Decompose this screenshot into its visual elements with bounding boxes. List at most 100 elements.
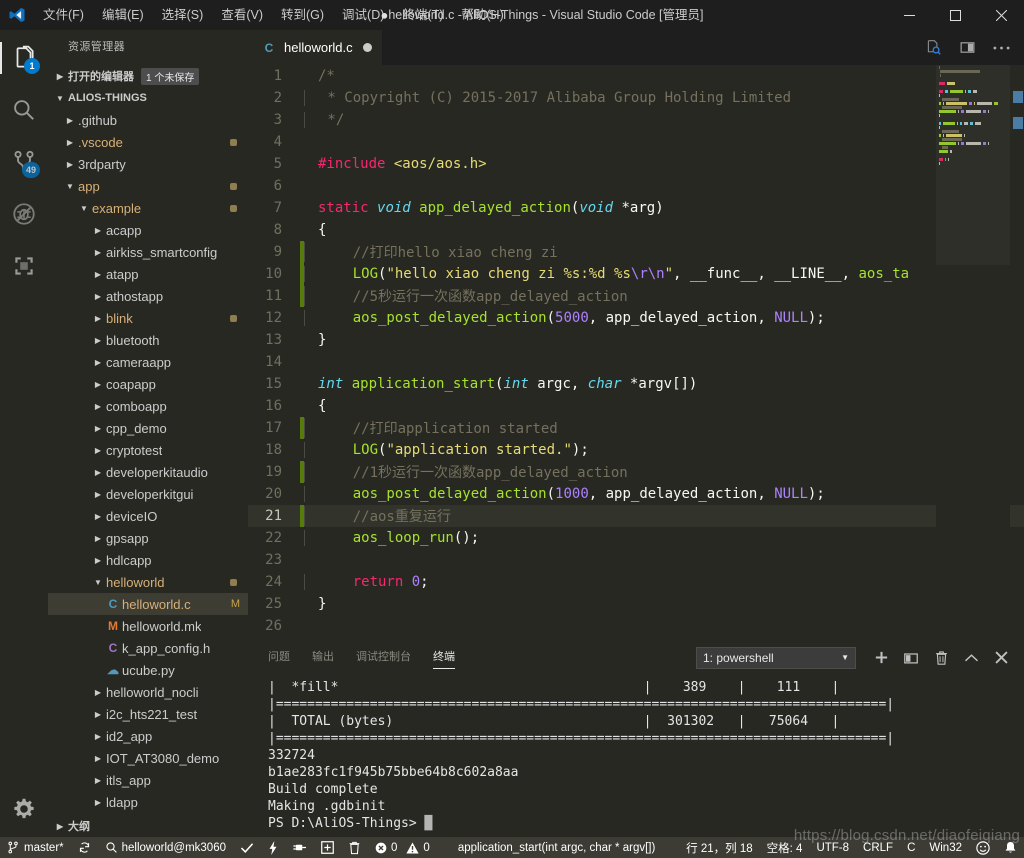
- chevron-right-icon[interactable]: ▶: [90, 439, 106, 461]
- open-editors-section[interactable]: ▶ 打开的编辑器 1 个未保存: [48, 65, 248, 87]
- activity-item-explorer[interactable]: 1: [0, 34, 48, 82]
- terminal-output[interactable]: | *fill* | 389 | 111 | |=================…: [248, 675, 1024, 835]
- terminal-selector[interactable]: 1: powershell ▼: [696, 646, 856, 669]
- tree-item-example[interactable]: ▼ example: [48, 197, 248, 219]
- tree-item-gpsapp[interactable]: ▶ gpsapp: [48, 527, 248, 549]
- tree-item-cameraapp[interactable]: ▶ cameraapp: [48, 351, 248, 373]
- code-line[interactable]: 2 * Copyright (C) 2015-2017 Alibaba Grou…: [248, 87, 1024, 109]
- tree-item-id2-app[interactable]: ▶ id2_app: [48, 725, 248, 747]
- code-line[interactable]: 1 /*: [248, 65, 1024, 87]
- close-panel-icon[interactable]: [986, 640, 1016, 675]
- chevron-right-icon[interactable]: ▶: [90, 461, 106, 483]
- status-problems[interactable]: 0 0: [368, 837, 437, 858]
- chevron-right-icon[interactable]: ▶: [90, 505, 106, 527]
- chevron-right-icon[interactable]: ▶: [90, 219, 106, 241]
- editor-tab-helloworld-c[interactable]: C helloworld.c: [248, 30, 382, 65]
- tree-item-cpp-demo[interactable]: ▶ cpp_demo: [48, 417, 248, 439]
- chevron-right-icon[interactable]: ▶: [62, 109, 78, 131]
- new-terminal-icon[interactable]: [866, 640, 896, 675]
- tree-item-comboapp[interactable]: ▶ comboapp: [48, 395, 248, 417]
- tree-item-k-app-config-h[interactable]: Ck_app_config.h: [48, 637, 248, 659]
- tree-item-helloworld-mk[interactable]: Mhelloworld.mk: [48, 615, 248, 637]
- code-line[interactable]: 8{: [248, 219, 1024, 241]
- tree-item-ucube-py[interactable]: ☁ ucube.py: [48, 659, 248, 681]
- code-line[interactable]: 18 LOG("application started.");: [248, 439, 1024, 461]
- chevron-right-icon[interactable]: ▶: [90, 769, 106, 791]
- kill-terminal-icon[interactable]: [926, 640, 956, 675]
- status-position[interactable]: 行 21，列 18: [679, 837, 759, 858]
- code-line[interactable]: 25}: [248, 593, 1024, 615]
- activity-item-settings[interactable]: [0, 785, 48, 833]
- chevron-right-icon[interactable]: ▶: [90, 791, 106, 813]
- activity-item-search[interactable]: [0, 86, 48, 134]
- status-branch[interactable]: master*: [0, 837, 71, 858]
- tree-item-cryptotest[interactable]: ▶ cryptotest: [48, 439, 248, 461]
- code-line[interactable]: 26: [248, 615, 1024, 637]
- menu-help[interactable]: 帮助(H): [452, 0, 512, 30]
- chevron-right-icon[interactable]: ▶: [62, 153, 78, 175]
- close-button[interactable]: [978, 0, 1024, 30]
- activity-item-source-control[interactable]: 49: [0, 138, 48, 186]
- code-lines[interactable]: 1 /* 2 * Copyright (C) 2015-2017 Alibaba G…: [248, 65, 1024, 660]
- code-line[interactable]: 7 static void app_delayed_action(void *ar…: [248, 197, 1024, 219]
- code-line[interactable]: 20 aos_post_delayed_action(1000, app_del…: [248, 483, 1024, 505]
- code-line[interactable]: 13}: [248, 329, 1024, 351]
- chevron-right-icon[interactable]: ▶: [90, 285, 106, 307]
- chevron-right-icon[interactable]: ▶: [90, 395, 106, 417]
- status-serial[interactable]: [285, 837, 314, 858]
- chevron-right-icon[interactable]: ▶: [90, 725, 106, 747]
- tree-item-helloworld-nocli[interactable]: ▶ helloworld_nocli: [48, 681, 248, 703]
- minimap-slider[interactable]: [936, 65, 1010, 265]
- tree-item-atapp[interactable]: ▶ atapp: [48, 263, 248, 285]
- chevron-right-icon[interactable]: ▶: [90, 703, 106, 725]
- tree-item-bluetooth[interactable]: ▶ bluetooth: [48, 329, 248, 351]
- split-terminal-icon[interactable]: [896, 640, 926, 675]
- menu-file[interactable]: 文件(F): [34, 0, 93, 30]
- editor-vertical-scrollbar[interactable]: [1010, 65, 1024, 660]
- code-line[interactable]: 16 {: [248, 395, 1024, 417]
- tree-item-acapp[interactable]: ▶ acapp: [48, 219, 248, 241]
- tree-item-airkiss-smartconfig[interactable]: ▶ airkiss_smartconfig: [48, 241, 248, 263]
- code-editor[interactable]: 1 /* 2 * Copyright (C) 2015-2017 Alibaba G…: [248, 65, 1024, 660]
- status-language[interactable]: C: [900, 837, 922, 858]
- project-section[interactable]: ▼ ALIOS-THINGS: [48, 87, 248, 109]
- tree-item-hdlcapp[interactable]: ▶ hdlcapp: [48, 549, 248, 571]
- chevron-right-icon[interactable]: ▶: [90, 681, 106, 703]
- code-line[interactable]: 14: [248, 351, 1024, 373]
- code-line[interactable]: 4: [248, 131, 1024, 153]
- chevron-right-icon[interactable]: ▶: [90, 527, 106, 549]
- status-target[interactable]: helloworld@mk3060: [98, 837, 233, 858]
- tree-item-ldapp[interactable]: ▶ ldapp: [48, 791, 248, 813]
- status-build[interactable]: [233, 837, 261, 858]
- outline-section[interactable]: ▶ 大纲: [48, 815, 248, 837]
- split-editor-icon[interactable]: [956, 37, 978, 59]
- status-encoding[interactable]: UTF-8: [809, 837, 856, 858]
- minimap[interactable]: [936, 65, 1010, 660]
- tree-item-helloworld-c[interactable]: Chelloworld.c M: [48, 593, 248, 615]
- panel-tab-debug-console[interactable]: 调试控制台: [356, 640, 411, 675]
- chevron-right-icon[interactable]: ▶: [90, 549, 106, 571]
- chevron-right-icon[interactable]: ▶: [90, 483, 106, 505]
- tree-item-3rdparty[interactable]: ▶ 3rdparty: [48, 153, 248, 175]
- activity-item-debug[interactable]: [0, 190, 48, 238]
- menu-terminal[interactable]: 终端(T): [393, 0, 452, 30]
- code-line[interactable]: 15 int application_start(int argc, char *…: [248, 373, 1024, 395]
- tree-item-coapapp[interactable]: ▶ coapapp: [48, 373, 248, 395]
- tree-item-developerkitgui[interactable]: ▶ developerkitgui: [48, 483, 248, 505]
- status-notifications[interactable]: [997, 837, 1024, 858]
- menu-debug[interactable]: 调试(D): [333, 0, 393, 30]
- panel-tab-output[interactable]: 输出: [312, 640, 334, 675]
- chevron-right-icon[interactable]: ▶: [90, 747, 106, 769]
- status-eol[interactable]: CRLF: [856, 837, 900, 858]
- tree-item-i2c-hts221-test[interactable]: ▶ i2c_hts221_test: [48, 703, 248, 725]
- status-flash[interactable]: [261, 837, 285, 858]
- code-line[interactable]: 3 */: [248, 109, 1024, 131]
- tree-item-helloworld[interactable]: ▼ helloworld: [48, 571, 248, 593]
- tree-item-blink[interactable]: ▶ blink: [48, 307, 248, 329]
- status-sync[interactable]: [71, 837, 98, 858]
- code-line[interactable]: 19 //1秒运行一次函数app_delayed_action: [248, 461, 1024, 483]
- code-line[interactable]: 9 //打印hello xiao cheng zi: [248, 241, 1024, 263]
- tree-item-iot-at3080-demo[interactable]: ▶ IOT_AT3080_demo: [48, 747, 248, 769]
- tree-item-developerkitaudio[interactable]: ▶ developerkitaudio: [48, 461, 248, 483]
- code-line[interactable]: 5 #include <aos/aos.h>: [248, 153, 1024, 175]
